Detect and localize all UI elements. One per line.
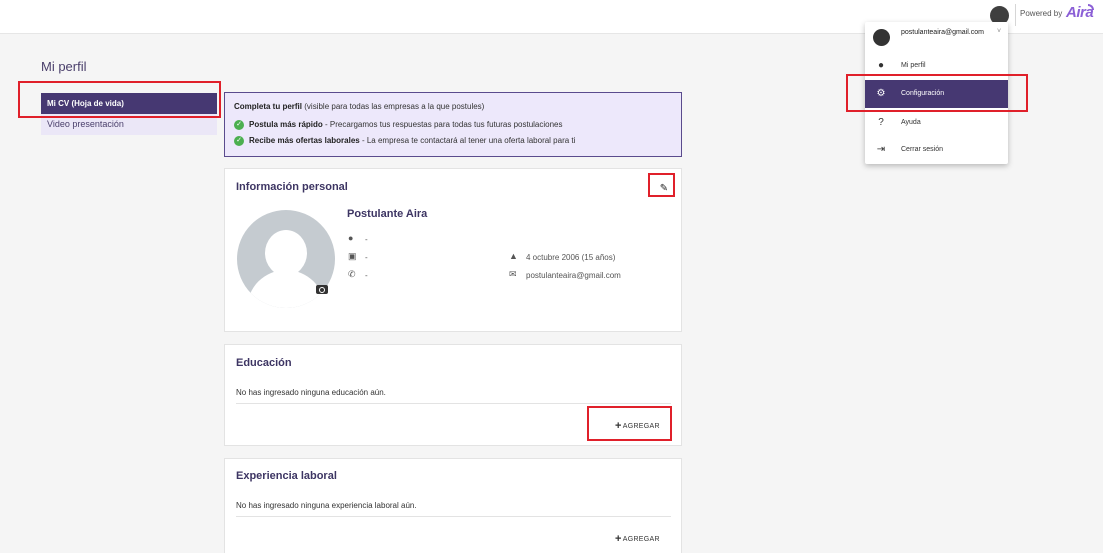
- highlight-box-cv: [18, 81, 221, 118]
- cake-icon: ▲: [509, 251, 518, 261]
- avatar-placeholder-body: [247, 270, 325, 308]
- birthday-value: 4 octubre 2006 (15 años): [526, 253, 616, 262]
- highlight-box-config: [846, 74, 1028, 112]
- complete-profile-banner: Completa tu perfil (visible para todas l…: [224, 92, 682, 157]
- profile-name: Postulante Aira: [347, 208, 428, 220]
- phone-value: -: [365, 271, 368, 280]
- powered-by-label: Powered by: [1020, 9, 1063, 18]
- menu-avatar: [873, 29, 890, 46]
- email-icon: ✉: [509, 269, 517, 279]
- experience-divider: [236, 516, 671, 517]
- banner-row-text: - La empresa te contactará al tener una …: [361, 136, 576, 146]
- document-value: -: [365, 253, 368, 262]
- banner-heading-bold: Completa tu perfil: [234, 102, 303, 111]
- banner-heading-note: (visible para todas las empresas a la qu…: [304, 102, 485, 111]
- id-card-icon: ▣: [348, 251, 357, 261]
- page-title: Mi perfil: [41, 59, 87, 74]
- person-icon: ●: [877, 60, 885, 71]
- education-empty-text: No has ingresado ninguna educación aún.: [236, 388, 386, 397]
- experience-card: Experiencia laboral No has ingresado nin…: [224, 458, 682, 553]
- education-divider: [236, 403, 671, 404]
- menu-item-cerrar-sesion[interactable]: ⇥ Cerrar sesión: [865, 136, 1008, 164]
- menu-item-ayuda[interactable]: ? Ayuda: [865, 109, 1008, 137]
- camera-icon[interactable]: [316, 285, 328, 294]
- logout-icon: ⇥: [876, 144, 886, 155]
- education-title: Educación: [236, 357, 292, 369]
- experience-title: Experiencia laboral: [236, 470, 337, 482]
- banner-row-offers: ✓ Recibe más ofertas laborales - La empre…: [234, 136, 575, 146]
- header-divider: [1015, 4, 1016, 26]
- personal-info-card: Información personal ✎ Postulante Aira ●…: [224, 168, 682, 332]
- experience-empty-text: No has ingresado ninguna experiencia lab…: [236, 501, 417, 510]
- menu-email: postulanteaira@gmail.com: [901, 29, 984, 36]
- add-experience-button[interactable]: +AGREGAR: [615, 533, 660, 545]
- menu-item-label: Mi perfil: [901, 62, 926, 69]
- email-value: postulanteaira@gmail.com: [526, 271, 621, 280]
- banner-row-bold: Postula más rápido: [249, 120, 323, 130]
- banner-heading: Completa tu perfil (visible para todas l…: [234, 102, 484, 111]
- menu-item-label: Cerrar sesión: [901, 146, 944, 153]
- location-value: -: [365, 235, 368, 244]
- check-circle-icon: ✓: [234, 136, 244, 146]
- banner-row-bold: Recibe más ofertas laborales: [249, 136, 360, 146]
- chevron-down-icon: ˅: [997, 28, 1002, 35]
- plus-icon: +: [615, 533, 622, 545]
- highlight-box-add: [587, 406, 672, 441]
- phone-icon: ✆: [348, 269, 356, 279]
- check-circle-icon: ✓: [234, 120, 244, 130]
- location-pin-icon: ●: [348, 233, 354, 243]
- personal-info-title: Información personal: [236, 181, 348, 193]
- menu-item-label: Ayuda: [901, 119, 921, 126]
- add-experience-label: AGREGAR: [622, 535, 660, 543]
- banner-row-text: - Precargamos tus respuestas para todas …: [325, 120, 563, 130]
- banner-row-faster: ✓ Postula más rápido - Precargamos tus re…: [234, 120, 563, 130]
- help-icon: ?: [878, 117, 884, 128]
- highlight-box-edit: [648, 173, 675, 197]
